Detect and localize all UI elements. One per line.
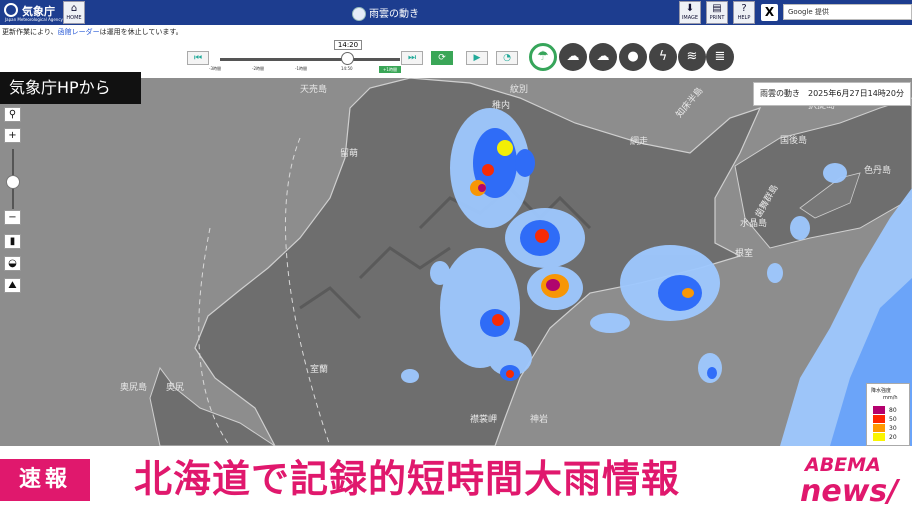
droplet-outline-icon: ◒ <box>8 258 17 269</box>
search-input[interactable]: Google 提供 <box>783 4 912 20</box>
app-title-text: 雨雲の動き <box>369 9 419 20</box>
location-button[interactable]: ⚲ <box>4 107 21 122</box>
map-canvas: 天売島 紋別 網走 知床半島 留萌 国後島 択捉島 歯舞群島 色丹島 水晶島 奥… <box>0 78 912 446</box>
logo-subtitle: Japan Meteorological Agency <box>5 17 63 22</box>
legend-value: 80 <box>889 407 897 414</box>
abema-logo: ABEMA news/ <box>800 450 912 513</box>
home-button[interactable]: ⌂ HOME <box>63 1 85 24</box>
home-icon: ⌂ <box>70 3 78 14</box>
print-icon: ▤ <box>712 3 722 14</box>
svg-text:天売島: 天売島 <box>300 83 327 95</box>
legend-value: 20 <box>889 434 897 441</box>
print-button[interactable]: ▤ PRINT <box>706 1 728 24</box>
notice-prefix: 更新作業により、 <box>2 28 58 36</box>
speed-button[interactable]: ◔ <box>496 51 518 65</box>
image-button[interactable]: ⬇ IMAGE <box>679 1 701 24</box>
legend-swatch <box>873 406 885 414</box>
tick-label: -1時間 <box>295 66 307 71</box>
precip-legend: 降水強度 mm/h 80 50 30 20 <box>866 383 910 446</box>
map-icon: ▮ <box>9 236 16 247</box>
current-time-label: 14:20 <box>334 40 362 50</box>
first-frame-button[interactable]: ⏮ <box>187 51 209 65</box>
legend-swatch <box>873 424 885 432</box>
x-icon: X <box>764 5 775 19</box>
svg-text:奥尻島: 奥尻島 <box>120 381 147 393</box>
refresh-button[interactable]: ⟳ <box>431 51 453 65</box>
rain-icon: ☂ <box>537 49 549 64</box>
top-header: 気象庁 Japan Meteorological Agency ⌂ HOME 雨… <box>0 0 912 25</box>
tick-label: -3時間 <box>209 66 221 71</box>
headline: 北海道で記録的短時間大雨情報 <box>134 457 681 501</box>
notice-link[interactable]: 函館レーダー <box>58 28 100 36</box>
breaking-tag: 速報 <box>0 459 90 501</box>
help-label: HELP <box>737 15 751 21</box>
svg-text:国後島: 国後島 <box>780 134 807 146</box>
source-caption: 気象庁HPから <box>0 72 141 104</box>
print-label: PRINT <box>709 15 725 21</box>
time-slider-handle[interactable] <box>341 52 354 65</box>
wind-icon: ≋ <box>686 49 698 64</box>
hazard-toggle[interactable]: ≣ <box>706 43 734 71</box>
legend-value: 50 <box>889 416 897 423</box>
legend-unit: mm/h <box>883 395 898 401</box>
app-title: 雨雲の動き <box>352 5 419 21</box>
tornado-toggle[interactable]: ≋ <box>678 43 706 71</box>
svg-text:神岩: 神岩 <box>530 413 548 425</box>
mountain-icon: ⛰ <box>8 280 17 291</box>
thunder-cloud-toggle[interactable]: ☁ <box>559 43 587 71</box>
precip-toggle[interactable]: ● <box>619 43 647 71</box>
map-layer-button[interactable]: ▮ <box>4 234 21 249</box>
zoom-out-button[interactable]: − <box>4 210 21 225</box>
cloud-icon: ☁ <box>566 49 580 64</box>
legend-swatch <box>873 415 885 423</box>
legend-title: 降水強度 <box>871 388 892 394</box>
svg-text:色丹島: 色丹島 <box>864 164 891 176</box>
legend-swatch <box>873 433 885 441</box>
radar-map[interactable]: 天売島 紋別 網走 知床半島 留萌 国後島 択捉島 歯舞群島 色丹島 水晶島 奥… <box>0 78 912 446</box>
notice-suffix: は運用を休止しています。 <box>99 28 183 36</box>
brand-bottom: news/ <box>800 474 899 509</box>
terrain-button[interactable]: ⛰ <box>4 278 21 293</box>
svg-text:網走: 網走 <box>630 135 648 147</box>
location-icon: ⚲ <box>8 109 17 120</box>
zoom-slider-handle[interactable] <box>6 175 20 189</box>
svg-text:留萌: 留萌 <box>340 147 358 159</box>
jma-logo[interactable]: 気象庁 Japan Meteorological Agency <box>2 2 63 23</box>
help-button[interactable]: ? HELP <box>733 1 755 24</box>
globe-icon <box>352 7 366 21</box>
rain-cloud-toggle[interactable]: ☂ <box>529 43 557 71</box>
help-icon: ? <box>741 3 747 14</box>
tick-label: 14:50 <box>341 66 353 71</box>
download-icon: ⬇ <box>685 3 695 14</box>
svg-text:室蘭: 室蘭 <box>310 363 328 375</box>
tick-label: -2時間 <box>252 66 264 71</box>
notice-text: 更新作業により、函館レーダーは運用を休止しています。 <box>2 27 183 37</box>
now-tick-label: +1時間 <box>379 66 401 73</box>
cloud-snow-icon: ☁ <box>596 49 610 64</box>
jma-logo-icon <box>4 3 18 17</box>
lightning-toggle[interactable]: ϟ <box>649 43 677 71</box>
svg-text:稚内: 稚内 <box>492 99 510 111</box>
zoom-in-button[interactable]: + <box>4 128 21 143</box>
svg-text:奥尻: 奥尻 <box>166 381 184 393</box>
water-layer-button[interactable]: ◒ <box>4 256 21 271</box>
lightning-icon: ϟ <box>658 49 668 64</box>
map-date-label: 雨雲の動き 2025年6月27日14時20分 <box>753 82 911 106</box>
home-label: HOME <box>66 15 82 21</box>
legend-value: 30 <box>889 425 897 432</box>
brand-top: ABEMA <box>805 454 881 476</box>
snow-cloud-toggle[interactable]: ☁ <box>589 43 617 71</box>
play-button[interactable]: ▶ <box>466 51 488 65</box>
last-frame-button[interactable]: ⏭ <box>401 51 423 65</box>
svg-text:襟裳岬: 襟裳岬 <box>470 413 497 425</box>
layers-icon: ≣ <box>714 49 726 64</box>
droplet-icon: ● <box>627 49 639 64</box>
image-label: IMAGE <box>681 15 699 21</box>
x-share-button[interactable]: X <box>761 4 778 21</box>
time-slider[interactable] <box>220 58 400 61</box>
svg-text:水晶島: 水晶島 <box>740 217 767 229</box>
svg-text:根室: 根室 <box>735 247 753 259</box>
svg-text:紋別: 紋別 <box>510 83 528 95</box>
